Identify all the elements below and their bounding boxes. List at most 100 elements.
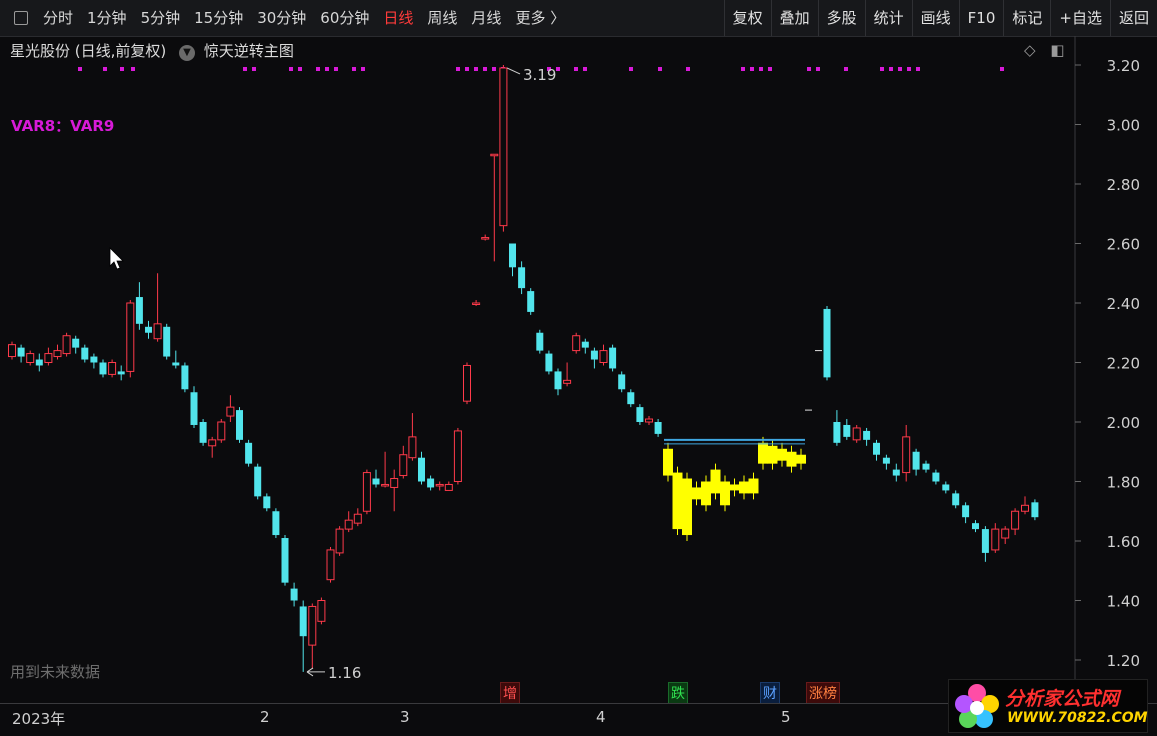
candle — [44, 353, 53, 364]
special-bar — [758, 442, 768, 464]
candle — [636, 407, 644, 422]
candle — [572, 335, 581, 352]
special-bar — [796, 454, 806, 464]
tab-period-8[interactable]: 月线 — [464, 0, 508, 36]
tail-candle — [922, 463, 930, 470]
signal-dot — [844, 67, 848, 71]
tail-candle — [882, 457, 890, 464]
candle — [581, 341, 589, 348]
signal-dot — [352, 67, 356, 71]
candle — [472, 302, 481, 305]
candle — [499, 67, 508, 227]
candle — [627, 392, 635, 405]
candle — [126, 302, 135, 372]
tab-period-5[interactable]: 60分钟 — [313, 0, 376, 36]
toolbar-button-1[interactable]: 叠加 — [770, 0, 818, 36]
candle — [226, 406, 235, 417]
tail-candle — [902, 436, 911, 474]
candle — [17, 347, 25, 357]
event-marker-die[interactable]: 跌 — [668, 682, 688, 704]
toolbar-button-7[interactable]: +自选 — [1050, 0, 1110, 36]
event-marker-cai[interactable]: 财 — [760, 682, 780, 704]
special-bar — [691, 487, 702, 500]
signal-dot — [483, 67, 487, 71]
low-annotation: 1.16 — [328, 664, 361, 682]
y-tick-label: 3.20 — [1107, 57, 1140, 75]
tab-period-6[interactable]: 日线 — [376, 0, 420, 36]
candle — [645, 418, 653, 423]
x-axis-label: 2023年 — [12, 710, 66, 728]
candle — [427, 478, 435, 488]
candle — [444, 483, 453, 491]
signal-dot — [741, 67, 745, 71]
candle — [381, 483, 390, 487]
tail-candle — [823, 308, 831, 378]
toolbar-button-6[interactable]: 标记 — [1003, 0, 1050, 36]
candle — [545, 353, 553, 372]
candle — [308, 605, 317, 646]
toolbar-button-0[interactable]: 复权 — [723, 0, 771, 36]
y-tick-label: 2.80 — [1107, 176, 1140, 194]
candle — [654, 422, 662, 434]
signal-dot — [474, 67, 478, 71]
tail-candle — [942, 484, 950, 491]
tab-period-3[interactable]: 15分钟 — [187, 0, 250, 36]
candle — [518, 267, 526, 289]
toolbar-button-2[interactable]: 多股 — [817, 0, 865, 36]
candle — [335, 528, 344, 554]
watermark-logo: 分析家公式网 WWW.70822.COM — [948, 679, 1148, 733]
candle — [163, 326, 171, 357]
signal-dot — [243, 67, 247, 71]
window-toggle-icon[interactable] — [14, 11, 28, 25]
candle — [263, 496, 271, 509]
candle — [418, 457, 425, 482]
kline-chart[interactable]: 3.20 3.00 2.80 2.60 2.40 2.20 2.00 1.80 1.60 1.40… — [0, 36, 1157, 703]
y-tick-label: 1.40 — [1107, 593, 1140, 611]
candle — [190, 392, 198, 425]
toolbar-button-3[interactable]: 统计 — [864, 0, 912, 36]
y-tick-label: 2.00 — [1107, 414, 1140, 432]
tail-candle — [843, 424, 851, 437]
tail-candle — [991, 528, 1000, 551]
y-tick-label: 1.20 — [1107, 652, 1140, 670]
candle — [236, 410, 243, 440]
candle — [408, 436, 417, 459]
top-toolbar: 分时 1分钟 5分钟 15分钟 30分钟 60分钟 日线 周线 月线 更多 〉 复权 叠加 多股 统计画… — [0, 0, 1157, 37]
candle — [117, 371, 125, 375]
candle — [26, 353, 35, 364]
candle — [563, 379, 572, 384]
tail-candle — [892, 469, 900, 476]
y-tick-label: 2.20 — [1107, 355, 1140, 373]
tab-period-9[interactable]: 更多 〉 — [508, 0, 572, 36]
tail-candle — [912, 451, 920, 470]
candle — [199, 422, 207, 443]
tab-period-0[interactable]: 分时 — [36, 0, 80, 36]
candle — [590, 350, 598, 360]
toolbar-button-5[interactable]: F10 — [958, 0, 1004, 36]
candle — [435, 483, 444, 487]
toolbar-button-4[interactable]: 画线 — [911, 0, 959, 36]
tab-period-2[interactable]: 5分钟 — [134, 0, 188, 36]
candle — [290, 588, 298, 601]
signal-dot — [759, 67, 763, 71]
future-data-note: 用到未来数据 — [10, 663, 101, 681]
x-axis-label: 5 — [781, 708, 791, 726]
event-marker-zb[interactable]: 涨榜 — [806, 682, 840, 704]
special-bar — [748, 478, 759, 494]
tab-period-7[interactable]: 周线 — [420, 0, 464, 36]
special-bar — [720, 481, 730, 506]
event-marker-zeng[interactable]: 增 — [500, 682, 520, 704]
high-annotation: 3.19 — [523, 66, 556, 84]
signal-dot — [78, 67, 82, 71]
tab-period-4[interactable]: 30分钟 — [250, 0, 313, 36]
candle — [217, 421, 226, 441]
candle — [208, 439, 217, 447]
candle — [536, 332, 544, 351]
signal-dot — [325, 67, 329, 71]
signal-dot — [907, 67, 911, 71]
tail-candle — [1031, 502, 1039, 518]
tab-period-1[interactable]: 1分钟 — [80, 0, 134, 36]
special-bar — [701, 481, 711, 506]
tail-candle — [863, 430, 871, 440]
toolbar-button-8[interactable]: 返回 — [1109, 0, 1157, 36]
